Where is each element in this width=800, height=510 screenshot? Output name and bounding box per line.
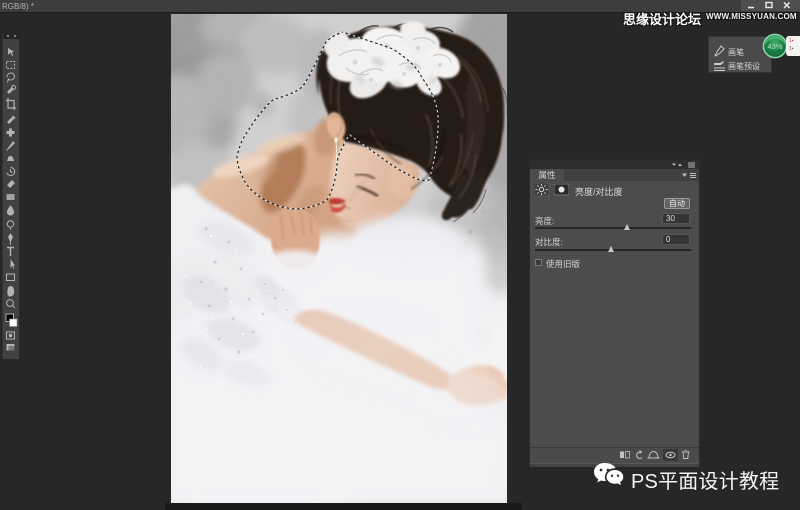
svg-text:43%: 43% — [767, 42, 782, 51]
